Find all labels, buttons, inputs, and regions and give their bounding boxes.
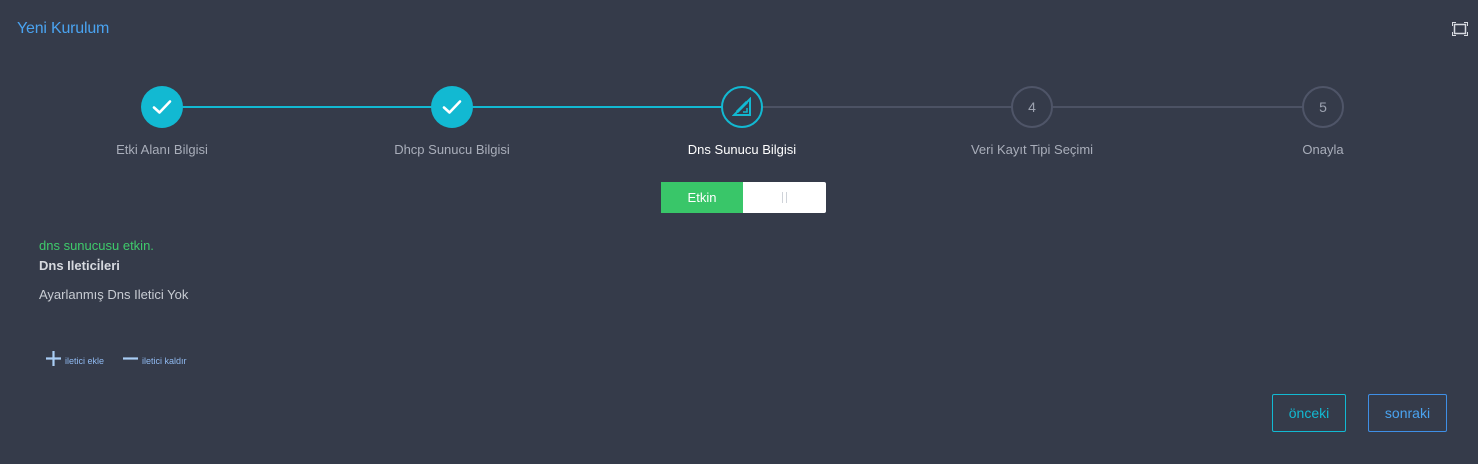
toggle-on-label: Etkin bbox=[661, 182, 743, 213]
previous-button[interactable]: önceki bbox=[1272, 394, 1346, 432]
dns-status-text: dns sunucusu etkin. bbox=[39, 238, 154, 253]
step-record-type[interactable]: 4 Veri Kayıt Tipi Seçimi bbox=[882, 86, 1182, 157]
forwarders-title: Dns Iletici̇leri bbox=[39, 258, 120, 273]
step-label: Onayla bbox=[1302, 142, 1344, 157]
step-number: 5 bbox=[1302, 86, 1344, 128]
window-title: Yeni Kurulum bbox=[17, 20, 110, 37]
step-domain-info[interactable]: Etki Alanı Bilgisi bbox=[12, 86, 312, 157]
toggle-handle[interactable] bbox=[743, 182, 826, 213]
plus-icon bbox=[45, 350, 62, 372]
check-icon bbox=[141, 86, 183, 128]
check-icon bbox=[431, 86, 473, 128]
step-label: Dhcp Sunucu Bilgisi bbox=[394, 142, 510, 157]
remove-forwarder-label: iletici kaldır bbox=[142, 356, 187, 366]
step-confirm[interactable]: 5 Onayla bbox=[1173, 86, 1473, 157]
step-dhcp-info[interactable]: Dhcp Sunucu Bilgisi bbox=[302, 86, 602, 157]
minus-icon bbox=[122, 350, 139, 372]
maximize-icon[interactable] bbox=[1452, 22, 1468, 36]
step-label: Etki Alanı Bilgisi bbox=[116, 142, 208, 157]
remove-forwarder-button[interactable]: iletici kaldır bbox=[122, 350, 187, 372]
pencil-ruler-icon bbox=[721, 86, 763, 128]
next-button[interactable]: sonraki bbox=[1368, 394, 1447, 432]
step-dns-info[interactable]: Dns Sunucu Bilgisi bbox=[592, 86, 892, 157]
step-number: 4 bbox=[1011, 86, 1053, 128]
step-label: Dns Sunucu Bilgisi bbox=[687, 142, 797, 157]
add-forwarder-button[interactable]: iletici ekle bbox=[45, 350, 104, 372]
dns-enable-toggle[interactable]: Etkin bbox=[661, 182, 826, 213]
add-forwarder-label: iletici ekle bbox=[65, 356, 105, 366]
grip-icon bbox=[782, 192, 787, 203]
step-label: Veri Kayıt Tipi Seçimi bbox=[970, 142, 1094, 157]
forwarders-empty-message: Ayarlanmış Dns Iletici Yok bbox=[39, 287, 189, 302]
